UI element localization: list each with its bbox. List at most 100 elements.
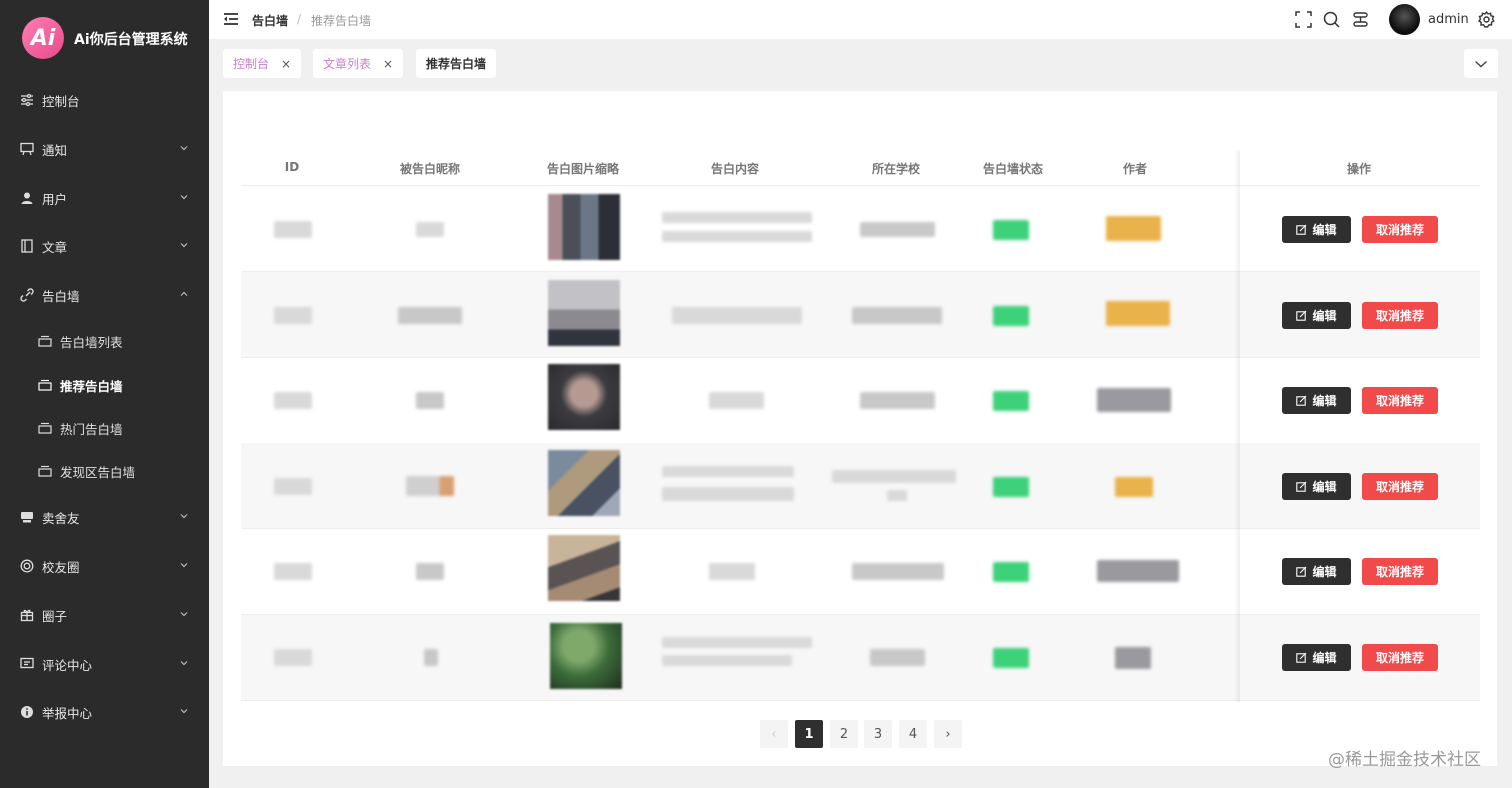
watermark: @稀土掘金技术社区 [1328, 750, 1481, 770]
redacted-content [662, 637, 812, 648]
author-tag [1106, 216, 1161, 241]
breadcrumb-current: 推荐告白墙 [311, 14, 372, 28]
edit-button[interactable]: 编辑 [1282, 644, 1351, 671]
thumbnail-image[interactable] [548, 364, 620, 430]
sidebar-item-notice[interactable]: 通知 [0, 129, 209, 169]
redacted-content [662, 212, 812, 223]
theme-settings-icon[interactable] [1352, 11, 1369, 28]
sidebar-item-reports[interactable]: 举报中心 [0, 692, 209, 732]
column-header-id: ID [284, 160, 300, 174]
edit-icon [1296, 310, 1307, 321]
cancel-recommend-button[interactable]: 取消推荐 [1362, 302, 1438, 329]
thumbnail-image[interactable] [550, 623, 622, 689]
sidebar-item-sell-roommate[interactable]: 卖舍友 [0, 497, 209, 537]
breadcrumb-item[interactable]: 告白墙 [252, 12, 288, 29]
edit-button[interactable]: 编辑 [1282, 473, 1351, 500]
sidebar-item-confession-wall[interactable]: 告白墙 [0, 275, 209, 315]
cancel-recommend-button[interactable]: 取消推荐 [1362, 216, 1438, 243]
tab-label: 推荐告白墙 [426, 57, 487, 71]
pagination-page-1[interactable]: 1 [795, 720, 823, 748]
sidebar-subitem-recommended[interactable]: 推荐告白墙 [0, 365, 209, 405]
pagination-page-2[interactable]: 2 [830, 720, 858, 748]
close-icon[interactable]: × [383, 57, 393, 71]
column-header-thumbnail: 告白图片缩略 [546, 162, 619, 176]
pagination-next[interactable]: › [934, 720, 962, 748]
tab-recommended-wall[interactable]: 推荐告白墙 [416, 49, 497, 78]
column-header-content: 告白内容 [710, 162, 759, 176]
redacted-id [274, 649, 312, 666]
sidebar-item-label: 举报中心 [42, 705, 93, 721]
search-icon[interactable] [1323, 11, 1340, 28]
thumbnail-image[interactable] [548, 280, 620, 346]
chevron-down-icon [1475, 60, 1487, 67]
chevron-down-icon [180, 146, 188, 151]
sidebar-subitem-label: 发现区告白墙 [60, 464, 136, 480]
status-tag [993, 477, 1029, 497]
sidebar-subitem-label: 告白墙列表 [60, 334, 123, 350]
avatar[interactable] [1389, 4, 1420, 35]
sidebar-item-user[interactable]: 用户 [0, 178, 209, 218]
fixed-column-shadow [1234, 150, 1240, 702]
edit-button[interactable]: 编辑 [1282, 558, 1351, 585]
edit-label: 编辑 [1312, 651, 1337, 665]
redacted-nickname [398, 307, 462, 324]
edit-icon [1296, 224, 1307, 235]
edit-icon [1296, 481, 1307, 492]
edit-label: 编辑 [1312, 223, 1337, 237]
store-icon [20, 510, 34, 524]
status-tag [993, 391, 1029, 411]
author-tag [1106, 301, 1170, 326]
topbar: 告白墙 / 推荐告白墙 admin [209, 0, 1512, 39]
sidebar-item-article[interactable]: 文章 [0, 226, 209, 266]
redacted-content [672, 307, 802, 324]
close-icon[interactable]: × [281, 57, 291, 71]
thumbnail-image[interactable] [548, 535, 620, 601]
redacted-id [274, 307, 312, 324]
gift-icon [20, 608, 34, 622]
redacted-nickname [416, 222, 444, 237]
column-header-actions: 操作 [1346, 162, 1371, 176]
chevron-up-icon [180, 291, 188, 296]
tab-article-list[interactable]: 文章列表 × [313, 49, 404, 78]
sidebar-subitem-discover[interactable]: 发现区告白墙 [0, 451, 209, 491]
tab-dashboard[interactable]: 控制台 × [223, 49, 302, 78]
sidebar-item-circle[interactable]: 圈子 [0, 595, 209, 635]
fullscreen-icon[interactable] [1295, 11, 1312, 28]
edit-icon [1296, 652, 1307, 663]
edit-icon [1296, 566, 1307, 577]
tabs-dropdown-button[interactable] [1464, 49, 1498, 78]
sidebar-item-label: 用户 [42, 191, 68, 207]
edit-button[interactable]: 编辑 [1282, 302, 1351, 329]
cancel-recommend-button[interactable]: 取消推荐 [1362, 558, 1438, 585]
sidebar-subitem-label: 热门告白墙 [60, 421, 123, 437]
thumbnail-image[interactable] [548, 194, 620, 260]
sidebar-item-comments[interactable]: 评论中心 [0, 644, 209, 684]
gear-icon[interactable] [1478, 11, 1495, 28]
cancel-recommend-button[interactable]: 取消推荐 [1362, 387, 1438, 414]
thumbnail-image[interactable] [548, 450, 620, 516]
pagination-prev[interactable]: ‹ [760, 720, 788, 748]
app-title: Ai你后台管理系统 [74, 32, 188, 48]
pagination-page-3[interactable]: 3 [864, 720, 892, 748]
redacted-content [662, 655, 792, 666]
sidebar-subitem-wall-list[interactable]: 告白墙列表 [0, 321, 209, 361]
menu-fold-icon[interactable] [223, 12, 239, 26]
redacted-content [662, 487, 794, 501]
sidebar-item-label: 圈子 [42, 608, 68, 624]
cancel-recommend-button[interactable]: 取消推荐 [1362, 644, 1438, 671]
redacted-content [662, 466, 794, 477]
tab-label: 文章列表 [323, 57, 372, 71]
app-logo[interactable]: Ai [22, 17, 64, 59]
redacted-school [870, 649, 925, 666]
sidebar-item-alumni[interactable]: 校友圈 [0, 546, 209, 586]
cancel-recommend-button[interactable]: 取消推荐 [1362, 473, 1438, 500]
edit-button[interactable]: 编辑 [1282, 387, 1351, 414]
column-header-school: 所在学校 [871, 162, 920, 176]
edit-button[interactable]: 编辑 [1282, 216, 1351, 243]
sidebar-item-dashboard[interactable]: 控制台 [0, 80, 209, 120]
edit-label: 编辑 [1312, 309, 1337, 323]
sidebar-subitem-hot[interactable]: 热门告白墙 [0, 408, 209, 448]
username[interactable]: admin [1428, 12, 1469, 27]
pagination-page-4[interactable]: 4 [899, 720, 927, 748]
easel-icon [20, 142, 34, 156]
